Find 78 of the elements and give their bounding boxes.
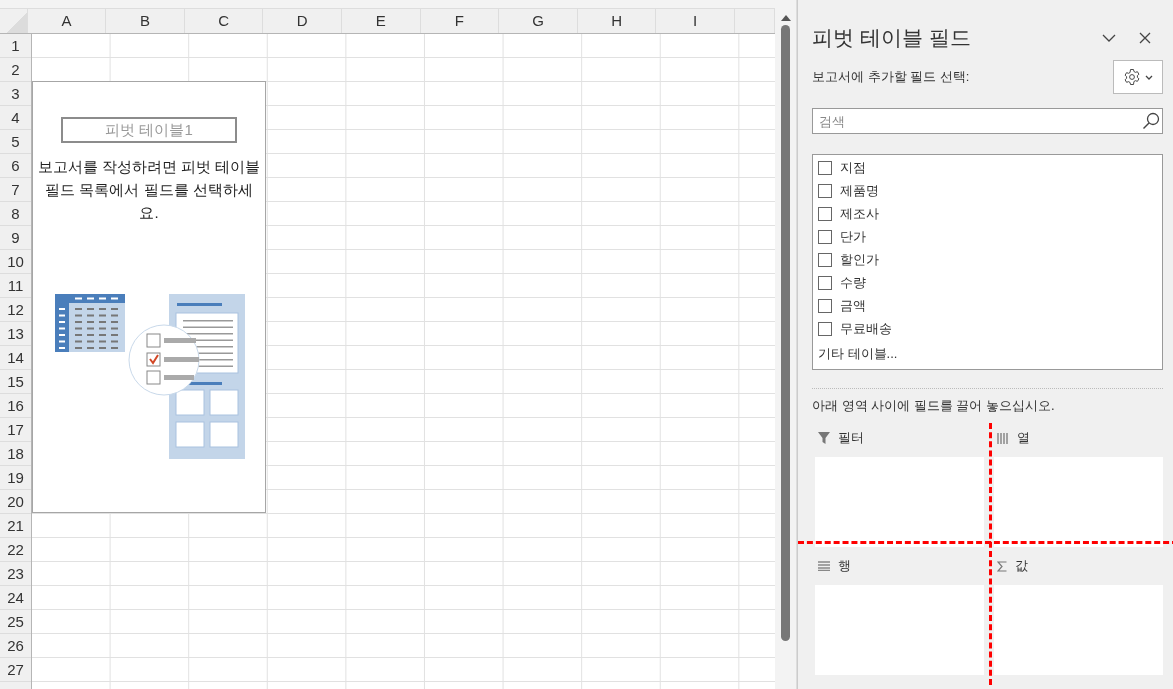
row-header[interactable]: 21 — [0, 514, 31, 538]
row-header[interactable]: 23 — [0, 562, 31, 586]
column-header[interactable]: I — [656, 9, 735, 33]
row-header[interactable]: 15 — [0, 370, 31, 394]
drop-zone[interactable] — [815, 457, 984, 547]
field-checkbox[interactable] — [818, 229, 832, 244]
row-header[interactable]: 12 — [0, 298, 31, 322]
chevron-down-icon — [1102, 34, 1116, 42]
columns-icon — [997, 432, 1009, 444]
column-header[interactable]: G — [499, 9, 578, 33]
column-header[interactable]: A — [27, 9, 107, 33]
sigma-icon — [997, 560, 1007, 572]
vertical-scrollbar[interactable] — [775, 0, 797, 689]
field-checkbox[interactable] — [818, 160, 832, 175]
area-label: 행 — [838, 557, 851, 575]
field-label[interactable]: 무료배송 — [840, 319, 892, 338]
field-label[interactable]: 제품명 — [840, 181, 879, 200]
field-checkbox[interactable] — [818, 206, 832, 221]
panel-title: 피벗 테이블 필드 — [812, 25, 972, 51]
rows-icon — [818, 561, 830, 571]
row-header[interactable]: 8 — [0, 202, 31, 226]
field-label[interactable]: 할인가 — [840, 250, 879, 269]
row-header[interactable]: 10 — [0, 250, 31, 274]
row-header[interactable]: 24 — [0, 586, 31, 610]
row-header[interactable]: 11 — [0, 274, 31, 298]
row-header[interactable]: 1 — [0, 34, 31, 58]
field-label[interactable]: 지점 — [840, 158, 866, 177]
row-header[interactable]: 17 — [0, 418, 31, 442]
row-header[interactable]: 5 — [0, 130, 31, 154]
area-label: 값 — [1015, 557, 1028, 575]
column-header[interactable]: C — [184, 9, 264, 33]
row-header[interactable]: 22 — [0, 538, 31, 562]
area-label: 필터 — [838, 429, 864, 447]
pivot-table-name: 피벗 테이블1 — [61, 117, 237, 143]
row-header[interactable]: 7 — [0, 178, 31, 202]
filter-icon — [818, 432, 830, 444]
area-label: 열 — [1017, 429, 1030, 447]
row-header[interactable]: 18 — [0, 442, 31, 466]
row-header[interactable]: 26 — [0, 634, 31, 658]
row-header[interactable]: 16 — [0, 394, 31, 418]
row-header[interactable]: 14 — [0, 346, 31, 370]
row-header[interactable]: 3 — [0, 82, 31, 106]
close-icon — [1139, 32, 1151, 44]
row-header[interactable]: 6 — [0, 154, 31, 178]
caret-icon — [1145, 74, 1153, 80]
instruction-text: 보고서를 작성하려면 피벗 테이블 필드 목록에서 필드를 선택하세요. — [37, 157, 261, 223]
column-header[interactable]: D — [263, 9, 343, 33]
row-header[interactable]: 19 — [0, 466, 31, 490]
column-header[interactable]: F — [420, 9, 500, 33]
field-checkbox[interactable] — [818, 183, 832, 198]
row-header[interactable]: 2 — [0, 58, 31, 82]
field-label[interactable]: 금액 — [840, 296, 866, 315]
row-header[interactable]: 13 — [0, 322, 31, 346]
column-header[interactable]: H — [577, 9, 657, 33]
row-header[interactable]: 4 — [0, 106, 31, 130]
row-header[interactable]: 27 — [0, 658, 31, 682]
field-label[interactable]: 제조사 — [840, 204, 879, 223]
scrollbar-thumb[interactable] — [781, 25, 790, 641]
row-header[interactable]: 20 — [0, 490, 31, 514]
field-checkbox[interactable] — [818, 321, 832, 336]
field-checkbox[interactable] — [818, 275, 832, 290]
row-header[interactable]: 25 — [0, 610, 31, 634]
search-icon — [1142, 112, 1160, 130]
more-tables-link[interactable]: 기타 테이블... — [818, 345, 898, 363]
scroll-up-arrow-icon[interactable] — [780, 14, 791, 21]
settings-dropdown-button[interactable] — [1113, 60, 1163, 94]
column-header[interactable]: E — [342, 9, 421, 33]
drop-zone[interactable] — [994, 457, 1163, 547]
settings-icon — [1123, 68, 1141, 86]
field-label[interactable]: 수량 — [840, 273, 866, 292]
field-checkbox[interactable] — [818, 298, 832, 313]
field-section-label: 보고서에 추가할 필드 선택: — [812, 68, 970, 86]
row-header[interactable]: 9 — [0, 226, 31, 250]
search-field[interactable]: 검색 — [812, 108, 1163, 134]
column-header[interactable]: B — [106, 9, 185, 33]
field-checkbox[interactable] — [818, 252, 832, 267]
field-label[interactable]: 단가 — [840, 227, 866, 246]
drag-instruction: 아래 영역 사이에 필드를 끌어 놓으십시오. — [812, 397, 1056, 415]
